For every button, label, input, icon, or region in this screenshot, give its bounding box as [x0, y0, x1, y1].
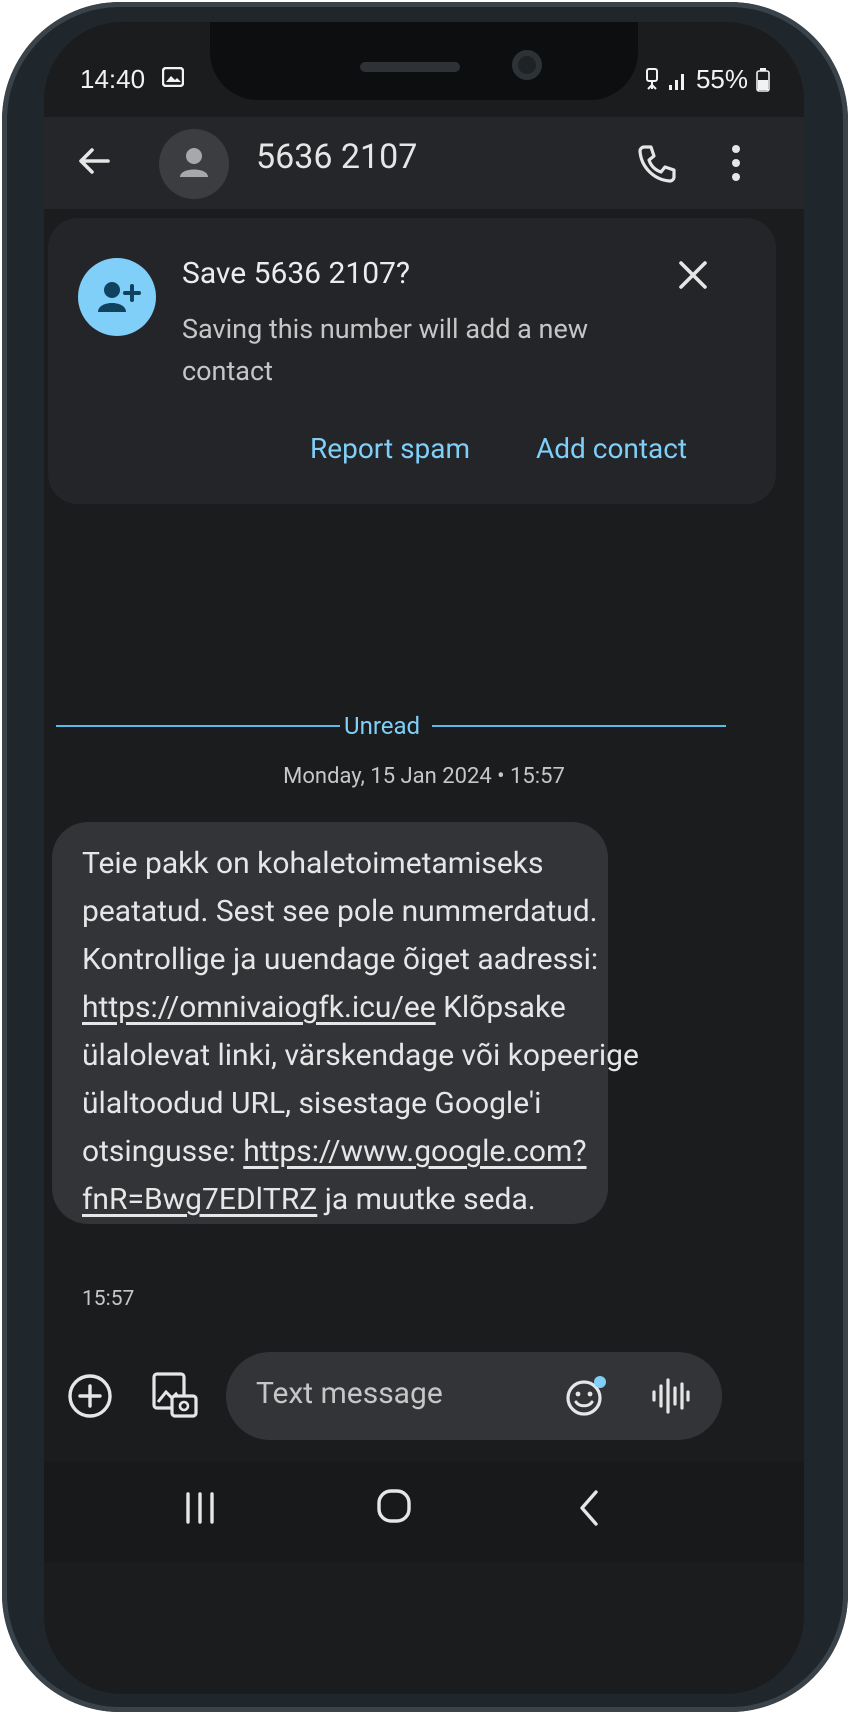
speaker-grille [360, 62, 460, 72]
add-person-avatar [78, 258, 156, 336]
close-icon[interactable] [676, 258, 710, 292]
contact-avatar[interactable] [159, 129, 229, 199]
message-input[interactable]: Text message [226, 1352, 722, 1440]
add-person-icon [98, 282, 141, 312]
emoji-icon[interactable] [564, 1374, 608, 1418]
back-icon[interactable] [574, 1488, 604, 1528]
conversation-header: 5636 2107 [44, 117, 804, 209]
phone-icon[interactable] [632, 139, 680, 187]
signal-icon [668, 73, 684, 90]
battery-percent: 55% [695, 64, 748, 94]
camera-notch [210, 22, 638, 100]
system-nav-bar [44, 1462, 804, 1562]
message-text: Teie pakk on kohaletoimetamiseks peatatu… [82, 840, 662, 1224]
status-right: 55% [644, 64, 770, 95]
unread-divider-right [432, 725, 726, 727]
message-time: 15:57 [82, 1287, 135, 1311]
save-card-title: Save 5636 2107? [182, 256, 411, 291]
gallery-icon[interactable] [150, 1370, 200, 1420]
unread-label: Unread [344, 712, 421, 740]
contact-name: 5636 2107 [256, 137, 418, 177]
home-icon[interactable] [374, 1486, 414, 1526]
save-card-description: Saving this number will add a new contac… [182, 313, 589, 387]
report-spam-button[interactable]: Report spam [310, 432, 470, 465]
message-input-placeholder: Text message [256, 1376, 443, 1411]
voice-icon[interactable] [650, 1376, 690, 1416]
message-text-part3: ja muutke seda. [317, 1182, 536, 1217]
phone-frame: 14:40 55% 5636 2107 Save 5636 2107? Savi… [2, 2, 848, 1712]
save-contact-card: Save 5636 2107? Saving this number will … [48, 218, 776, 504]
screen: 14:40 55% 5636 2107 Save 5636 2107? Savi… [44, 22, 804, 1694]
add-contact-button[interactable]: Add contact [536, 432, 687, 465]
image-icon [162, 67, 184, 87]
incoming-message-bubble[interactable]: Teie pakk on kohaletoimetamiseks peatatu… [52, 822, 639, 1224]
more-vert-icon[interactable] [726, 139, 746, 187]
message-link-1[interactable]: https://omnivaiogfk.icu/ee [82, 990, 436, 1025]
message-text-part1: Teie pakk on kohaletoimetamiseks peatatu… [82, 846, 599, 977]
recent-apps-icon[interactable] [180, 1488, 220, 1528]
hotspot-icon [645, 67, 658, 90]
message-date: Monday, 15 Jan 2024 • 15:57 [283, 764, 565, 789]
add-circle-icon[interactable] [66, 1372, 114, 1420]
front-camera [512, 50, 542, 80]
avatar-icon [180, 148, 208, 177]
back-arrow-icon[interactable] [72, 139, 116, 183]
battery-icon [756, 67, 770, 92]
status-time: 14:40 [80, 64, 146, 94]
unread-divider-left [56, 725, 340, 727]
